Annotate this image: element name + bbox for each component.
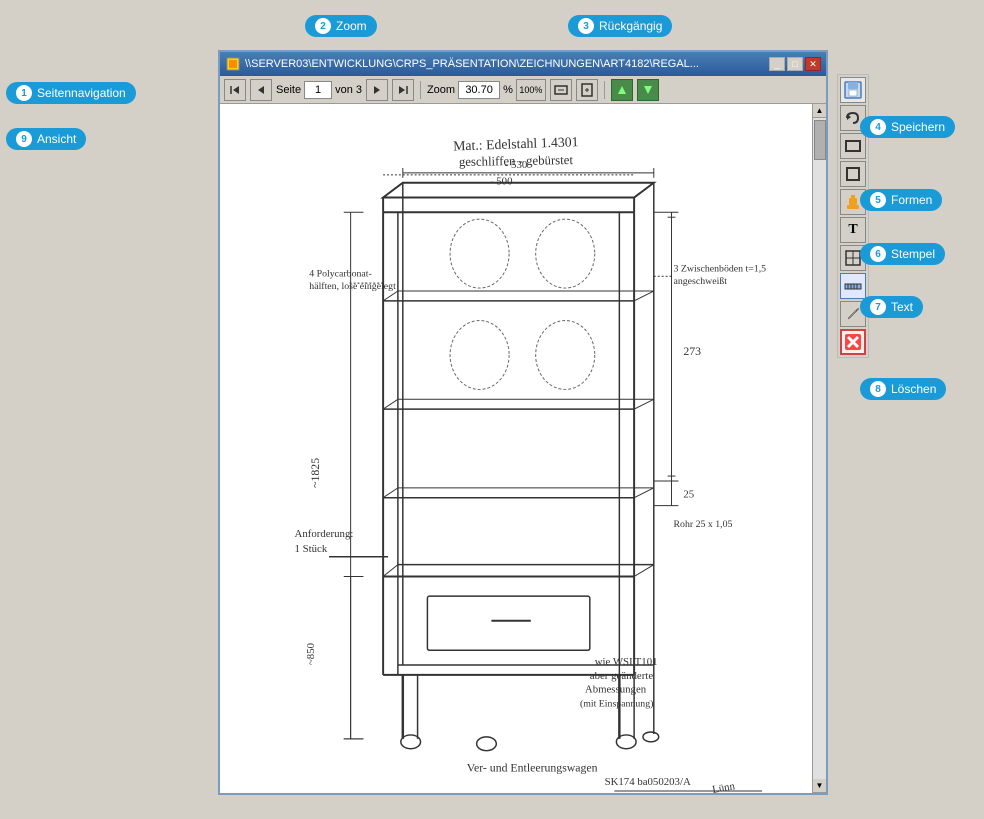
svg-text:- 500: - 500 (490, 176, 513, 188)
svg-text:~850: ~850 (305, 643, 317, 665)
square-tool-button[interactable] (840, 161, 866, 187)
stempel-tooltip-num: 6 (870, 246, 886, 262)
zoom-100-button[interactable]: 100% (516, 79, 546, 101)
zoom-tooltip-num: 2 (315, 18, 331, 34)
page-input[interactable]: 1 (304, 81, 332, 99)
svg-text:4 Polycarbonat-: 4 Polycarbonat- (309, 268, 372, 279)
svg-text:(mit Einspannung): (mit Einspannung) (580, 698, 653, 709)
toolbar: Seite 1 von 3 Zoom 30.70 % 100% (220, 76, 826, 104)
text-tooltip-label: Text (891, 300, 913, 314)
svg-text:273: 273 (683, 344, 701, 358)
delete-icon (843, 332, 863, 352)
page-total: 3 (356, 84, 362, 96)
title-buttons: _ □ ✕ (769, 57, 821, 71)
text-tooltip-num: 7 (870, 299, 886, 315)
svg-text:Abmessungen: Abmessungen (585, 684, 647, 696)
last-page-button[interactable] (392, 79, 414, 101)
zoom-tooltip-label: Zoom (336, 19, 367, 33)
drawing-svg: Mat.: Edelstahl 1.4301 geschliffen - geb… (220, 104, 812, 793)
svg-text:Anforderung:: Anforderung: (295, 528, 354, 540)
loeschen-tooltip-num: 8 (870, 381, 886, 397)
fit-page-button[interactable] (576, 79, 598, 101)
close-button[interactable]: ✕ (805, 57, 821, 71)
scrollbar[interactable]: ▲ ▼ (812, 104, 826, 793)
zoom-label: Zoom (427, 84, 455, 96)
rueckgaengig-tooltip-num: 3 (578, 18, 594, 34)
seitennavigation-tooltip-num: 1 (16, 85, 32, 101)
content-area: Mat.: Edelstahl 1.4301 geschliffen - geb… (220, 104, 826, 793)
zoom-out-button[interactable] (637, 79, 659, 101)
svg-text:25: 25 (683, 489, 694, 501)
page-label: Seite (276, 84, 301, 96)
rueckgaengig-tooltip: 3 Rückgängig (568, 15, 672, 37)
svg-text:- 530: - 530 (505, 159, 528, 171)
title-bar-left: \\SERVER03\ENTWICKLUNG\CRPS_PRÄSENTATION… (225, 56, 699, 72)
loeschen-tooltip: 8 Löschen (860, 378, 946, 400)
loeschen-tooltip-label: Löschen (891, 382, 936, 396)
ansicht-tooltip-label: Ansicht (37, 132, 76, 146)
save-icon (843, 80, 863, 100)
zoom-tooltip: 2 Zoom (305, 15, 377, 37)
zoom-section: Zoom 30.70 % 100% (427, 79, 546, 101)
formen-tooltip: 5 Formen (860, 189, 942, 211)
main-window: \\SERVER03\ENTWICKLUNG\CRPS_PRÄSENTATION… (218, 50, 828, 795)
rectangle-tool-button[interactable] (840, 133, 866, 159)
separator-1 (420, 81, 421, 99)
save-open-button[interactable] (840, 77, 866, 103)
measure-button[interactable] (840, 273, 866, 299)
scroll-down-button[interactable]: ▼ (813, 779, 826, 793)
formen-tooltip-num: 5 (870, 192, 886, 208)
svg-text:1 Stück: 1 Stück (295, 543, 328, 555)
ansicht-tooltip-num: 9 (16, 131, 32, 147)
svg-text:Rohr 25 x 1,05: Rohr 25 x 1,05 (673, 519, 732, 530)
app-icon (225, 56, 241, 72)
separator-2 (604, 81, 605, 99)
stempel-tooltip: 6 Stempel (860, 243, 945, 265)
speichern-tooltip: 4 Speichern (860, 116, 955, 138)
document-canvas: Mat.: Edelstahl 1.4301 geschliffen - geb… (220, 104, 812, 793)
square-icon (844, 165, 862, 183)
window-title: \\SERVER03\ENTWICKLUNG\CRPS_PRÄSENTATION… (245, 58, 699, 70)
svg-text:wie WSLT101: wie WSLT101 (595, 656, 658, 668)
seitennavigation-tooltip-label: Seitennavigation (37, 86, 126, 100)
speichern-tooltip-num: 4 (870, 119, 886, 135)
prev-page-button[interactable] (250, 79, 272, 101)
von-label: von (335, 84, 353, 96)
scroll-track[interactable] (813, 118, 826, 779)
svg-text:angeschweißt: angeschweißt (673, 276, 727, 287)
next-page-button[interactable] (366, 79, 388, 101)
zoom-in-button[interactable] (611, 79, 633, 101)
minimize-button[interactable]: _ (769, 57, 785, 71)
maximize-button[interactable]: □ (787, 57, 803, 71)
svg-text:~1825: ~1825 (308, 458, 322, 488)
zoom-unit: % (503, 84, 513, 96)
text-tooltip: 7 Text (860, 296, 923, 318)
text-tool-button[interactable]: T (840, 217, 866, 243)
first-page-button[interactable] (224, 79, 246, 101)
rectangle-icon (844, 137, 862, 155)
svg-text:SK174 ba050203/A: SK174 ba050203/A (605, 776, 691, 788)
fit-width-button[interactable] (550, 79, 572, 101)
svg-text:3 Zwischenböden t=1,5: 3 Zwischenböden t=1,5 (673, 263, 766, 274)
formen-tooltip-label: Formen (891, 193, 932, 207)
page-navigation: Seite 1 von 3 (276, 81, 362, 99)
seitennavigation-tooltip: 1 Seitennavigation (6, 82, 136, 104)
rueckgaengig-tooltip-label: Rückgängig (599, 19, 662, 33)
title-bar: \\SERVER03\ENTWICKLUNG\CRPS_PRÄSENTATION… (220, 52, 826, 76)
zoom-input[interactable]: 30.70 (458, 81, 500, 99)
scroll-thumb[interactable] (814, 120, 826, 160)
scroll-up-button[interactable]: ▲ (813, 104, 826, 118)
svg-text:Ver- und Entleerungswagen: Ver- und Entleerungswagen (467, 760, 598, 774)
stempel-tooltip-label: Stempel (891, 247, 935, 261)
speichern-tooltip-label: Speichern (891, 120, 945, 134)
ansicht-tooltip: 9 Ansicht (6, 128, 86, 150)
measure-icon (844, 277, 862, 295)
delete-button[interactable] (840, 329, 866, 355)
svg-text:aber geänderte: aber geänderte (590, 670, 654, 682)
